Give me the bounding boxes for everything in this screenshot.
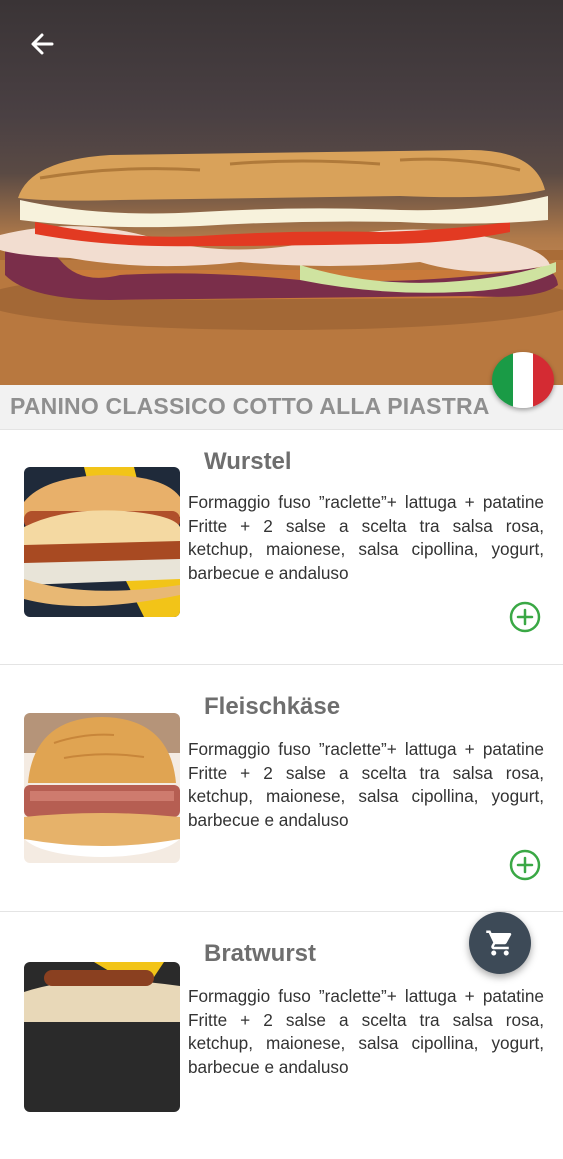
cart-button[interactable] [469, 912, 531, 974]
hero-image [0, 0, 563, 385]
menu-item: Fleischkäse Formaggio fuso ”raclette”+ l… [0, 664, 563, 912]
item-description: Formaggio fuso ”raclette”+ lattuga + pat… [188, 492, 544, 583]
add-to-cart-button[interactable] [509, 601, 541, 633]
back-button[interactable] [22, 26, 62, 62]
item-image [24, 962, 180, 1112]
item-image [24, 467, 180, 617]
add-to-cart-button[interactable] [509, 849, 541, 881]
item-name: Bratwurst [204, 940, 317, 967]
sandwich-illustration [0, 150, 563, 385]
item-description: Formaggio fuso ”raclette”+ lattuga + pat… [188, 986, 544, 1077]
italy-flag-icon[interactable] [492, 352, 554, 408]
plus-circle-icon [509, 849, 541, 881]
item-image [24, 713, 180, 863]
section-title: PANINO CLASSICO COTTO ALLA PIASTRA [10, 393, 490, 419]
item-description: Formaggio fuso ”raclette”+ lattuga + pat… [188, 739, 544, 830]
menu-item: Wurstel Formaggio fuso ”raclette”+ lattu… [0, 429, 563, 677]
cart-icon [486, 930, 512, 956]
item-name: Fleischkäse [204, 693, 341, 720]
plus-circle-icon [509, 601, 541, 633]
arrow-left-icon [31, 33, 54, 55]
item-name: Wurstel [204, 448, 292, 475]
